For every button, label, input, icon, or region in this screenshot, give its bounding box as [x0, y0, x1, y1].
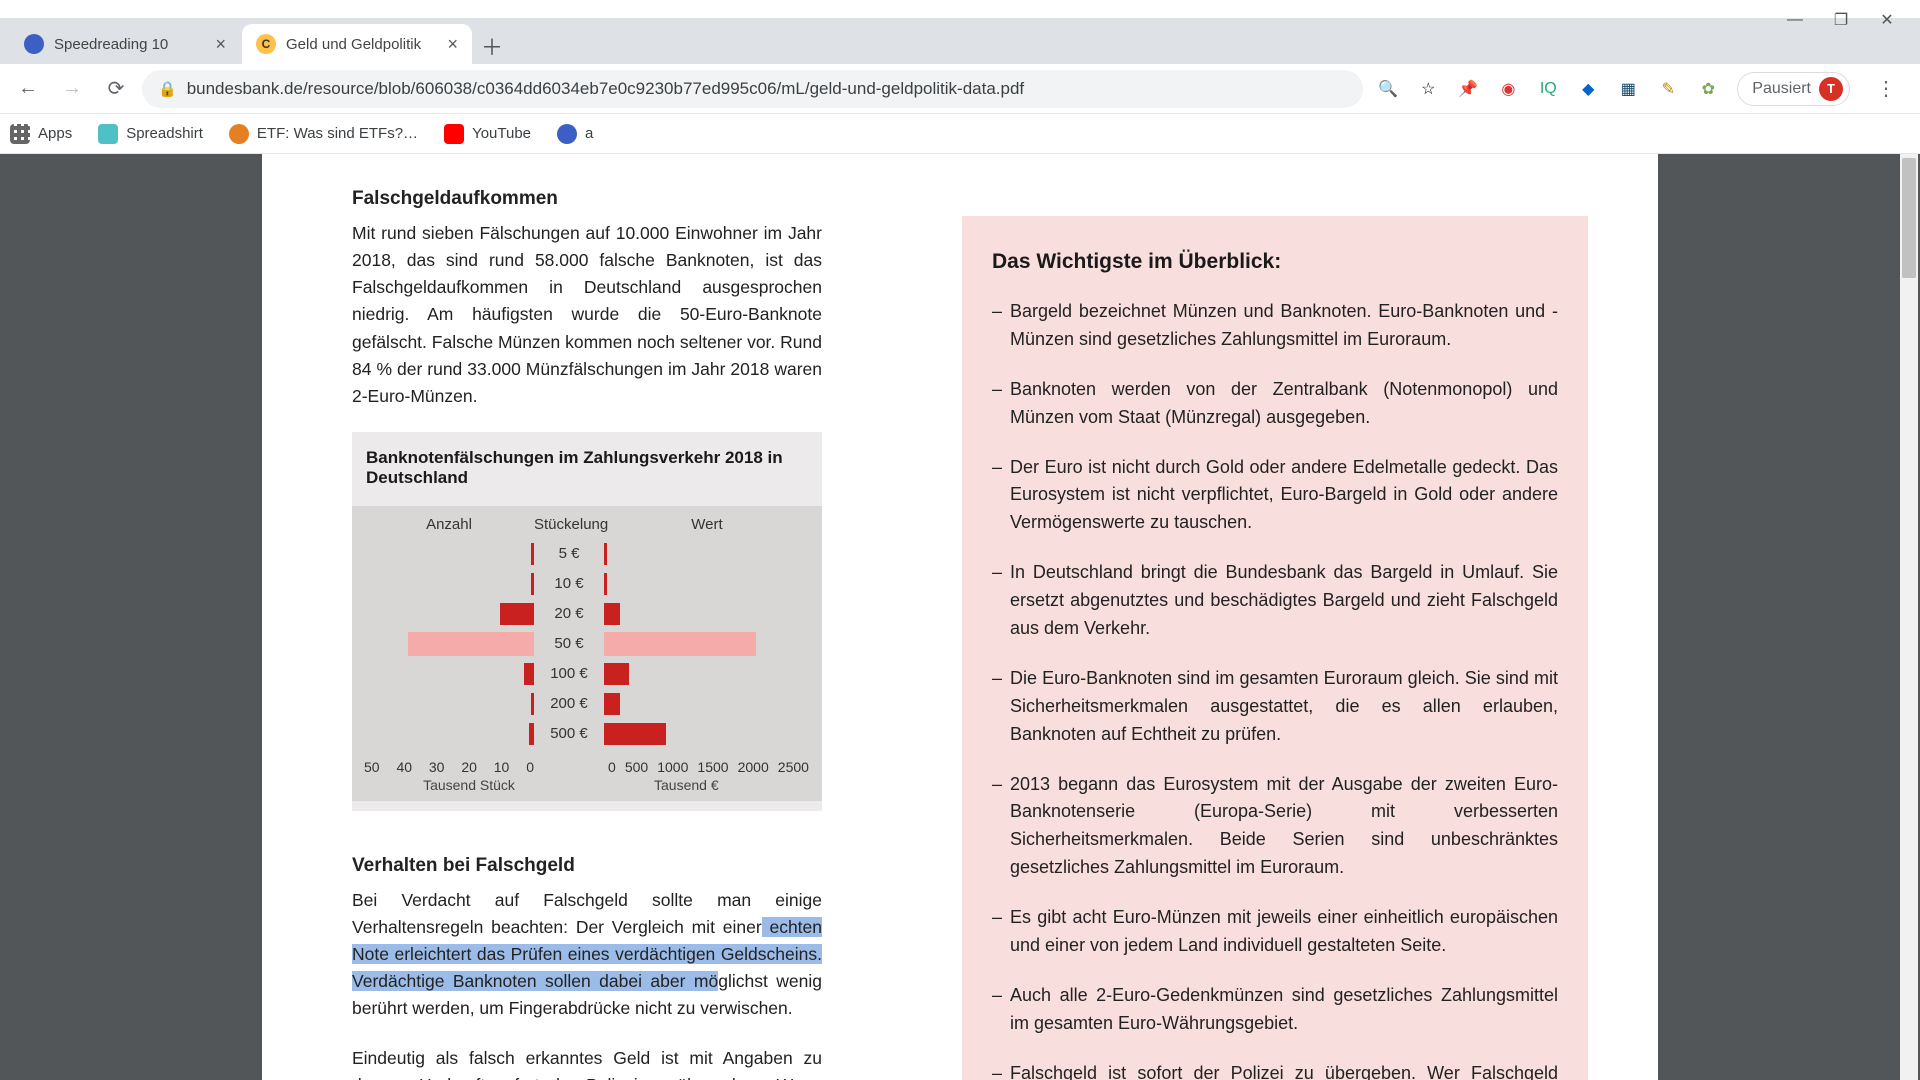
chart-container: Banknotenfälschungen im Zahlungsverkehr …	[352, 432, 822, 811]
chart-title: Banknotenfälschungen im Zahlungsverkehr …	[352, 446, 822, 506]
reload-button[interactable]: ⟳	[98, 71, 134, 107]
chart-x-axis: 5040302010005001000150020002500	[364, 759, 810, 775]
chart-col-anzahl: Anzahl	[364, 516, 534, 533]
toolbar: ← → ⟳ 🔒 bundesbank.de/resource/blob/6060…	[0, 64, 1920, 114]
maximize-icon[interactable]: ❐	[1832, 10, 1850, 30]
profile-label: Pausiert	[1752, 80, 1811, 98]
chart-header: Anzahl Stückelung Wert	[364, 516, 810, 533]
summary-title: Das Wichtigste im Überblick:	[992, 250, 1558, 274]
scroll-thumb[interactable]	[1902, 158, 1916, 278]
menu-icon[interactable]: ⋮	[1868, 71, 1904, 107]
summary-box: Das Wichtigste im Überblick: Bargeld bez…	[962, 216, 1588, 1080]
apps-button[interactable]: Apps	[10, 124, 72, 144]
tab-speedreading[interactable]: Speedreading 10 ×	[10, 24, 240, 64]
extension-icon[interactable]: ▦	[1617, 78, 1639, 100]
tab-close-icon[interactable]: ×	[215, 34, 226, 55]
chart-row: 200 €	[364, 689, 810, 719]
bookmark-youtube[interactable]: YouTube	[444, 124, 531, 144]
extension-icon[interactable]: ◉	[1497, 78, 1519, 100]
summary-item: Der Euro ist nicht durch Gold oder ander…	[992, 454, 1558, 538]
close-icon[interactable]: ✕	[1878, 10, 1896, 30]
toolbar-right: 🔍 ☆ 📌 ◉ IQ ◆ ▦ ✎ ✿ Pausiert T ⋮	[1371, 71, 1910, 107]
summary-item: Falschgeld ist sofort der Polizei zu übe…	[992, 1060, 1558, 1080]
chart-row: 10 €	[364, 569, 810, 599]
summary-item: Auch alle 2-Euro-Gedenkmünzen sind geset…	[992, 982, 1558, 1038]
profile-button[interactable]: Pausiert T	[1737, 72, 1850, 106]
tab-title: Geld und Geldpolitik	[286, 36, 421, 53]
chart-row: 20 €	[364, 599, 810, 629]
chart-row: 500 €	[364, 719, 810, 749]
extension-icon[interactable]: 📌	[1457, 78, 1479, 100]
extension-icon[interactable]: ✿	[1697, 78, 1719, 100]
chart-body: Anzahl Stückelung Wert 5 €10 €20 €50 €10…	[352, 506, 822, 801]
section-heading: Verhalten bei Falschgeld	[352, 855, 822, 877]
summary-item: In Deutschland bringt die Bundesbank das…	[992, 559, 1558, 643]
favicon-icon: C	[256, 34, 276, 54]
avatar-icon: T	[1819, 77, 1843, 101]
chart-row: 5 €	[364, 539, 810, 569]
tab-geld[interactable]: C Geld und Geldpolitik ×	[242, 24, 472, 64]
bookmark-spreadshirt[interactable]: Spreadshirt	[98, 124, 203, 144]
bookmark-icon	[557, 124, 577, 144]
chart-col-stueckelung: Stückelung	[534, 516, 604, 533]
tab-strip: Speedreading 10 × C Geld und Geldpolitik…	[0, 18, 1920, 64]
chart-rows: 5 €10 €20 €50 €100 €200 €500 €	[364, 539, 810, 749]
extension-icon[interactable]: ◆	[1577, 78, 1599, 100]
body-text: Mit rund sieben Fälschungen auf 10.000 E…	[352, 220, 822, 410]
chart-row: 100 €	[364, 659, 810, 689]
titlebar	[0, 0, 1920, 18]
body-text[interactable]: Bei Verdacht auf Falschgeld sollte man e…	[352, 887, 822, 1023]
summary-item: Banknoten werden von der Zentralbank (No…	[992, 376, 1558, 432]
youtube-icon	[444, 124, 464, 144]
section-heading: Falschgeldaufkommen	[352, 188, 822, 210]
minimize-icon[interactable]: ―	[1786, 11, 1804, 29]
summary-list: Bargeld bezeichnet Münzen und Banknoten.…	[992, 298, 1558, 1080]
bookmark-icon	[98, 124, 118, 144]
bookmark-icon	[229, 124, 249, 144]
favicon-icon	[24, 34, 44, 54]
window-controls: ― ❐ ✕	[1762, 0, 1920, 40]
extension-icon[interactable]: ✎	[1657, 78, 1679, 100]
summary-item: Es gibt acht Euro-Münzen mit jeweils ein…	[992, 904, 1558, 960]
forward-button[interactable]: →	[54, 71, 90, 107]
star-icon[interactable]: ☆	[1417, 78, 1439, 100]
bookmarks-bar: Apps Spreadshirt ETF: Was sind ETFs?… Yo…	[0, 114, 1920, 154]
chart-axis-captions: Tausend Stück Tausend €	[364, 777, 810, 793]
body-text: Eindeutig als falsch erkanntes Geld ist …	[352, 1045, 822, 1080]
scrollbar[interactable]	[1900, 154, 1918, 1080]
pdf-viewport: Falschgeldaufkommen Mit rund sieben Fäls…	[0, 154, 1920, 1080]
chart-row: 50 €	[364, 629, 810, 659]
summary-item: 2013 begann das Eurosystem mit der Ausga…	[992, 771, 1558, 883]
tab-title: Speedreading 10	[54, 36, 168, 53]
pdf-page: Falschgeldaufkommen Mit rund sieben Fäls…	[262, 154, 1658, 1080]
bookmark-a[interactable]: a	[557, 124, 593, 144]
grid-icon	[10, 124, 30, 144]
lock-icon: 🔒	[158, 80, 177, 98]
new-tab-button[interactable]: ＋	[474, 28, 510, 64]
bookmark-etf[interactable]: ETF: Was sind ETFs?…	[229, 124, 418, 144]
summary-item: Die Euro-Banknoten sind im gesamten Euro…	[992, 665, 1558, 749]
address-bar[interactable]: 🔒 bundesbank.de/resource/blob/606038/c03…	[142, 70, 1363, 108]
chart-col-wert: Wert	[604, 516, 810, 533]
back-button[interactable]: ←	[10, 71, 46, 107]
tab-close-icon[interactable]: ×	[447, 34, 458, 55]
extension-icon[interactable]: IQ	[1537, 78, 1559, 100]
summary-item: Bargeld bezeichnet Münzen und Banknoten.…	[992, 298, 1558, 354]
zoom-icon[interactable]: 🔍	[1377, 78, 1399, 100]
url-text: bundesbank.de/resource/blob/606038/c0364…	[187, 79, 1024, 99]
